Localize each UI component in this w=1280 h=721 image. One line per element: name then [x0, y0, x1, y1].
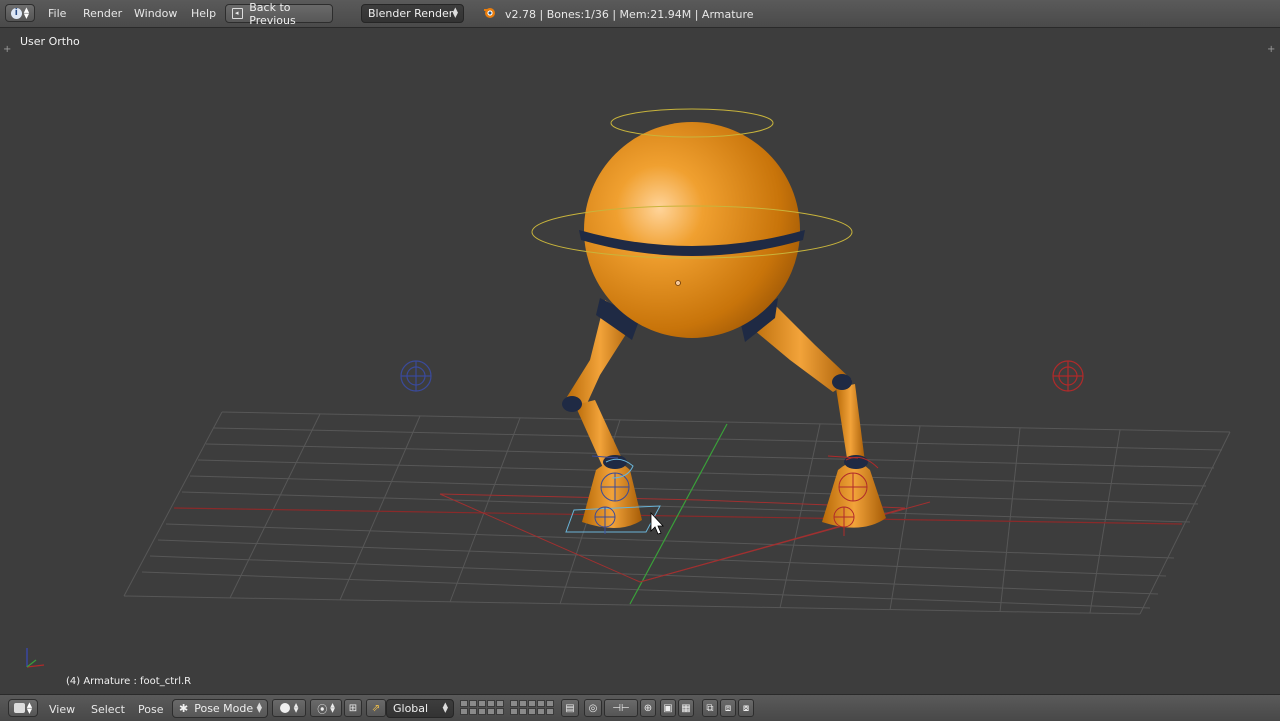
render-engine-select[interactable]: Blender Render ▲ ▼: [361, 4, 464, 23]
render-engine-label: Blender Render: [368, 7, 454, 20]
paste-pose-icon: ⧈: [724, 702, 732, 714]
blender-logo-icon: [483, 6, 496, 19]
mode-select[interactable]: ✱ Pose Mode ▲ ▼: [172, 699, 268, 718]
chevron-updown-icon: ▲ ▼: [330, 702, 335, 714]
area-split-icon[interactable]: +: [1267, 44, 1275, 55]
back-to-previous-label: Back to Previous: [249, 0, 296, 27]
copy-pose-button[interactable]: ⧉: [702, 699, 718, 717]
menu-pose[interactable]: Pose: [138, 703, 163, 716]
body-sphere: [584, 122, 800, 338]
menu-select[interactable]: Select: [91, 703, 125, 716]
back-to-previous-button[interactable]: ◂ Back to Previous: [225, 1, 333, 27]
chevron-updown-icon: ▲ ▼: [293, 702, 299, 714]
transform-orientation-select[interactable]: Global ▲ ▼: [386, 699, 454, 718]
manipulator-toggle[interactable]: ⊞: [344, 699, 362, 717]
3d-view-header: ▲ ▼ View Select Pose ✱ Pose Mode ▲ ▼ ▲ ▼ ⦿ …: [0, 694, 1280, 721]
paste-flipped-pose-button[interactable]: ⧇: [738, 699, 754, 717]
axis-gizmo: [26, 648, 45, 668]
clapper-icon: ▦: [681, 702, 691, 714]
view-label: User Ortho: [20, 35, 80, 48]
chevron-updown-icon: ▲ ▼: [256, 701, 262, 714]
active-object-info: (4) Armature : foot_ctrl.R: [66, 676, 192, 687]
proportional-icon: ◎: [588, 702, 598, 714]
chevron-updown-icon: ▲ ▼: [442, 701, 448, 714]
body-origin-dot: [675, 280, 681, 286]
info-icon: i: [10, 7, 22, 19]
info-header: i ▲ ▼ File Render Window Help ◂ Back to P…: [0, 0, 1280, 28]
pivot-point-select[interactable]: ⦿ ▲ ▼: [310, 699, 342, 717]
paste-pose-button[interactable]: ⧈: [720, 699, 736, 717]
transform-manipulator-button[interactable]: ⇗: [366, 699, 386, 717]
right-knee-target: [1052, 360, 1084, 392]
menu-view[interactable]: View: [49, 703, 75, 716]
arrow-icon: ⇗: [371, 702, 381, 714]
status-info: v2.78 | Bones:1/36 | Mem:21.94M | Armatu…: [505, 8, 754, 21]
3d-view-icon: [13, 703, 25, 713]
menu-window[interactable]: Window: [134, 7, 177, 20]
menu-file[interactable]: File: [48, 7, 66, 20]
mode-label: Pose Mode: [194, 702, 254, 715]
lock-layers-button[interactable]: ▤: [561, 699, 579, 717]
proportional-edit-button[interactable]: ◎: [584, 699, 602, 717]
solid-shading-icon: [279, 703, 290, 713]
floor-grid: [123, 411, 1231, 615]
area-split-icon[interactable]: +: [3, 44, 11, 55]
left-knee-target: [400, 360, 432, 392]
chevron-updown-icon: ▲ ▼: [26, 701, 33, 715]
snap-target-button[interactable]: ⊕: [640, 699, 656, 717]
snap-element-select[interactable]: ⊣⊢: [604, 699, 638, 717]
snap-icon: ⊣⊢: [612, 702, 630, 714]
editor-type-button[interactable]: ▲ ▼: [8, 699, 38, 717]
chevron-updown-icon: ▲ ▼: [452, 6, 458, 19]
manipulator-icon: ⊞: [348, 702, 358, 714]
editor-type-button[interactable]: i ▲ ▼: [5, 4, 35, 22]
3d-viewport[interactable]: [0, 28, 1280, 693]
layers-group-1[interactable]: [460, 700, 504, 715]
paste-flipped-icon: ⧇: [742, 702, 750, 714]
target-icon: ⊕: [643, 702, 653, 714]
pivot-icon: ⦿: [317, 704, 328, 716]
opengl-animation-button[interactable]: ▦: [678, 699, 694, 717]
screen-back-icon: ◂: [232, 8, 244, 19]
orientation-label: Global: [393, 702, 429, 715]
viewport-shading-select[interactable]: ▲ ▼: [272, 699, 306, 717]
menu-help[interactable]: Help: [191, 7, 216, 20]
copy-pose-icon: ⧉: [706, 702, 714, 714]
pose-mode-icon: ✱: [179, 702, 189, 715]
chevron-updown-icon: ▲ ▼: [23, 6, 30, 20]
layers-icon: ▤: [565, 702, 575, 714]
opengl-render-button[interactable]: ▣: [660, 699, 676, 717]
menu-render[interactable]: Render: [83, 7, 122, 20]
layers-group-2[interactable]: [510, 700, 554, 715]
camera-icon: ▣: [663, 702, 673, 714]
